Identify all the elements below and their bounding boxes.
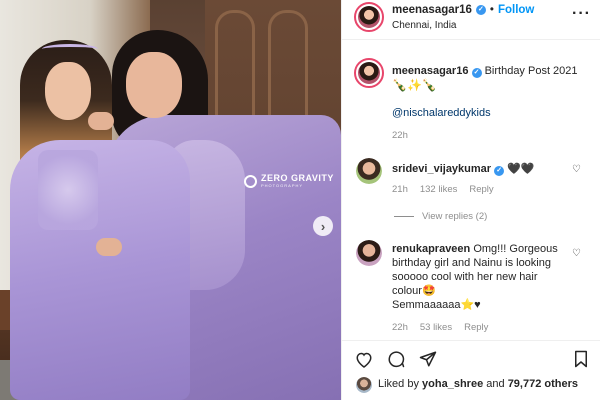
liked-by-others[interactable]: 79,772 others — [508, 378, 578, 390]
comment-username[interactable]: sridevi_vijaykumar — [392, 163, 491, 175]
like-heart-icon[interactable] — [354, 349, 374, 369]
header-username[interactable]: meenasagar16 — [392, 4, 472, 16]
likes-summary: Liked by yoha_shree and 79,772 others — [342, 374, 600, 398]
verified-badge-icon: ✓ — [471, 68, 482, 78]
caption-text: Birthday Post 2021 — [484, 65, 578, 77]
post-photo[interactable]: ZERO GRAVITY PHOTOGRAPHY › — [0, 0, 341, 400]
verified-badge-icon: ✓ — [494, 166, 505, 176]
caption-time[interactable]: 22h — [392, 130, 408, 141]
girl-figure — [10, 140, 190, 400]
comment-username[interactable]: renukapraveen — [392, 243, 470, 255]
watermark-logo-icon — [244, 174, 257, 188]
view-replies-button[interactable]: View replies (2) — [394, 211, 487, 222]
comment-likes[interactable]: 53 likes — [420, 322, 452, 333]
comment-text-line2: Semmaaaaaa⭐♥ — [392, 299, 481, 311]
chevron-right-icon: › — [320, 218, 326, 234]
post-action-bar — [342, 340, 600, 370]
avatar[interactable] — [356, 158, 382, 184]
verified-badge-icon: ✓ — [475, 5, 486, 15]
reply-button[interactable]: Reply — [469, 184, 493, 195]
avatar[interactable] — [354, 2, 384, 32]
share-paper-plane-icon[interactable] — [418, 349, 438, 369]
save-bookmark-icon[interactable] — [571, 349, 591, 369]
separator-dot: • — [489, 4, 494, 16]
post-side-panel: meenasagar16 ✓ • Follow Chennai, India ·… — [341, 0, 600, 400]
follow-button[interactable]: Follow — [498, 4, 534, 16]
comment-time[interactable]: 21h — [392, 184, 408, 195]
comment-text: 🖤🖤 — [507, 163, 535, 175]
avatar[interactable] — [356, 377, 372, 393]
caption-emojis: 🍾✨🍾 — [392, 78, 437, 92]
liked-by-prefix: Liked by — [378, 378, 419, 390]
liked-by-and: and — [486, 378, 505, 390]
comment-time[interactable]: 22h — [392, 322, 408, 333]
like-comment-heart-icon[interactable]: ♡ — [572, 248, 581, 259]
avatar[interactable] — [354, 58, 384, 88]
more-options-icon[interactable]: ··· — [572, 6, 591, 22]
reply-button[interactable]: Reply — [464, 322, 488, 333]
next-photo-button[interactable]: › — [313, 216, 333, 236]
liked-by-user[interactable]: yoha_shree — [422, 378, 483, 390]
comment-likes[interactable]: 132 likes — [420, 184, 458, 195]
post-header: meenasagar16 ✓ • Follow Chennai, India ·… — [342, 0, 600, 40]
comment-bubble-icon[interactable] — [386, 349, 406, 369]
photographer-watermark: ZERO GRAVITY PHOTOGRAPHY — [244, 174, 334, 188]
location-link[interactable]: Chennai, India — [392, 20, 457, 31]
mention-link[interactable]: @nischalareddykids — [392, 106, 491, 120]
like-comment-heart-icon[interactable]: ♡ — [572, 164, 581, 175]
caption-username[interactable]: meenasagar16 — [392, 65, 468, 77]
avatar[interactable] — [356, 240, 382, 266]
